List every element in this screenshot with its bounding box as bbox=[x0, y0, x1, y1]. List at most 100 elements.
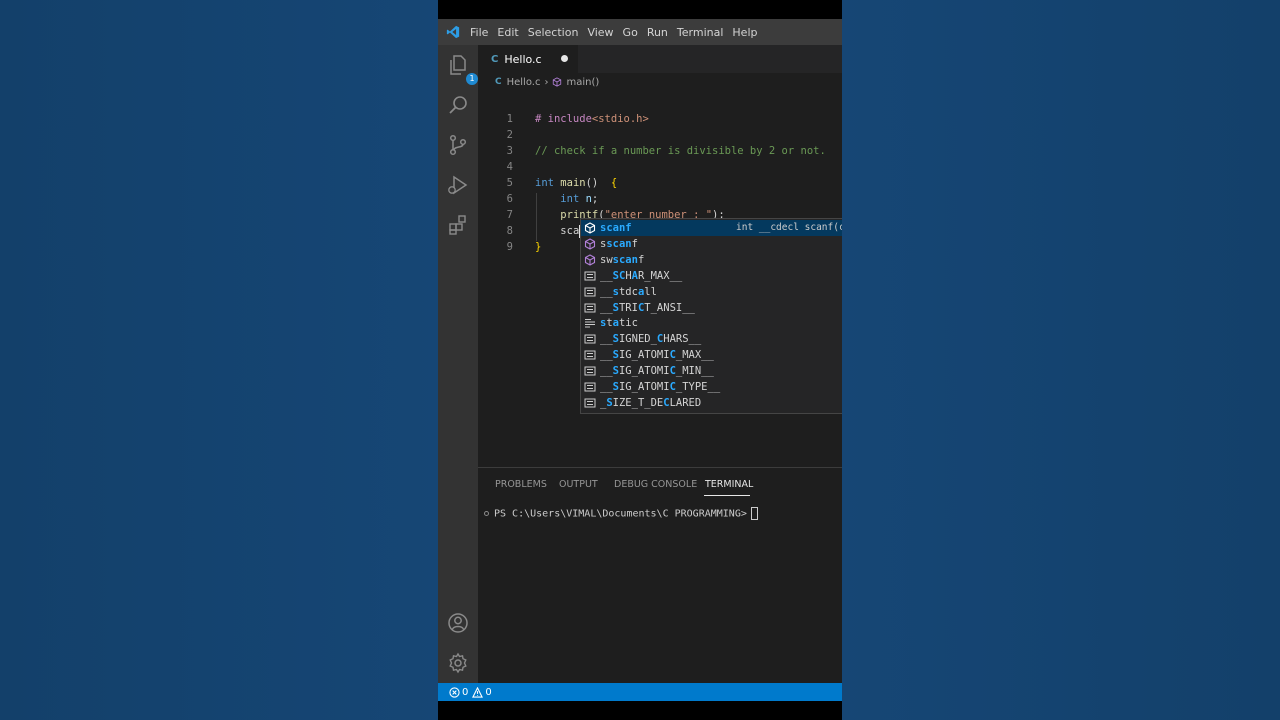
gear-icon[interactable] bbox=[446, 651, 470, 675]
suggestion-label-part: __ bbox=[600, 269, 613, 282]
suggestion-label-part: __ bbox=[600, 381, 613, 393]
suggestion-label-part: IG_ATOMI bbox=[618, 365, 670, 378]
code-token: sca bbox=[560, 225, 580, 237]
suggestion-item[interactable]: __SIG_ATOMIC_TYPE__ bbox=[581, 379, 842, 395]
suggestion-label-part: HARS__ bbox=[663, 333, 702, 346]
suggestion-item[interactable]: __stdcall bbox=[581, 284, 842, 300]
tab-debug-console[interactable]: DEBUG CONSOLE bbox=[614, 479, 697, 490]
suggestion-label-part: IZE_T_DE bbox=[612, 396, 664, 409]
code-text: int n; bbox=[535, 191, 598, 207]
suggestion-label: __SIG_ATOMIC_TYPE__ bbox=[600, 379, 720, 395]
error-count[interactable]: 0 bbox=[462, 687, 468, 698]
tab-label: Hello.c bbox=[504, 52, 542, 66]
suggestion-label: __SCHAR_MAX__ bbox=[600, 268, 682, 284]
code-token: ; bbox=[591, 193, 599, 205]
terminal-cursor bbox=[750, 507, 758, 520]
terminal-prompt[interactable]: PS C:\Users\VIMAL\Documents\C PROGRAMMIN… bbox=[494, 507, 758, 520]
text-symbol-icon bbox=[584, 381, 596, 393]
warning-icon[interactable] bbox=[472, 686, 484, 698]
code-token: { bbox=[598, 177, 618, 189]
code-token: // check if a number is divisible by 2 o… bbox=[535, 145, 826, 157]
code-text: # include<stdio.h> bbox=[535, 111, 649, 127]
keyword-icon bbox=[584, 317, 596, 329]
suggestion-label-part: scan bbox=[606, 237, 632, 250]
suggestion-item[interactable]: __SIGNED_CHARS__ bbox=[581, 331, 842, 347]
suggestion-item[interactable]: _SIZE_T_DECLARED bbox=[581, 395, 842, 411]
code-line[interactable]: 5 int main() { bbox=[478, 175, 842, 191]
suggestion-label-part: IG_ATOMI bbox=[618, 349, 670, 362]
suggestion-detail: int __cdecl scanf(co bbox=[736, 222, 842, 233]
line-number: 4 bbox=[506, 161, 513, 173]
method-icon bbox=[584, 238, 596, 250]
menu-edit[interactable]: Edit bbox=[497, 26, 525, 39]
menu-go[interactable]: Go bbox=[623, 26, 645, 39]
method-icon bbox=[584, 254, 596, 266]
menu-run[interactable]: Run bbox=[647, 26, 675, 39]
line-number: 5 bbox=[506, 177, 513, 189]
tab-terminal[interactable]: TERMINAL bbox=[705, 479, 753, 490]
suggestion-item[interactable]: static bbox=[581, 315, 842, 331]
code-token: main bbox=[560, 177, 586, 189]
menu-selection[interactable]: Selection bbox=[528, 26, 586, 39]
text-symbol-icon bbox=[584, 286, 596, 298]
suggestion-label-part: R_MAX__ bbox=[637, 269, 683, 282]
code-token: <stdio.h> bbox=[591, 113, 649, 125]
suggestion-label-part: __ bbox=[600, 301, 613, 314]
suggestion-label-part: SC bbox=[612, 269, 626, 282]
suggestion-item[interactable]: sscanf bbox=[581, 236, 842, 252]
run-debug-icon[interactable] bbox=[446, 173, 470, 197]
code-line[interactable]: 4 bbox=[478, 159, 842, 175]
code-line[interactable]: 3 // check if a number is divisible by 2 … bbox=[478, 143, 842, 159]
suggestion-label-part: scan bbox=[612, 253, 638, 266]
line-number: 1 bbox=[506, 113, 513, 125]
code-line[interactable]: 6 int n; bbox=[478, 191, 842, 207]
suggestion-item[interactable]: __SIG_ATOMIC_MIN__ bbox=[581, 363, 842, 379]
extensions-icon[interactable] bbox=[446, 213, 470, 237]
text-symbol-icon bbox=[584, 270, 596, 282]
search-icon[interactable] bbox=[446, 93, 470, 117]
account-icon[interactable] bbox=[446, 611, 470, 635]
cube-icon bbox=[553, 77, 562, 87]
menu-file[interactable]: File bbox=[470, 26, 495, 39]
suggestion-item[interactable]: __SCHAR_MAX__ bbox=[581, 268, 842, 284]
suggestion-label-part: __ bbox=[600, 333, 613, 346]
terminal-prompt-text: PS C:\Users\VIMAL\Documents\C PROGRAMMIN… bbox=[494, 508, 747, 520]
c-file-icon: C bbox=[491, 53, 499, 65]
breadcrumb-symbol[interactable]: main() bbox=[566, 77, 599, 88]
explorer-button[interactable]: 1 bbox=[446, 53, 478, 85]
menu-view[interactable]: View bbox=[587, 26, 620, 39]
suggestion-widget[interactable]: scanf int __cdecl scanf(co sscanf swscanf __… bbox=[580, 218, 842, 414]
tab-output[interactable]: OUTPUT bbox=[559, 479, 598, 490]
text-symbol-icon bbox=[584, 349, 596, 361]
suggestion-label-part: IGNED_ bbox=[618, 333, 657, 346]
line-number: 9 bbox=[506, 241, 513, 253]
suggestion-item[interactable]: scanf int __cdecl scanf(co bbox=[581, 220, 842, 236]
suggestion-item[interactable]: __STRICT_ANSI__ bbox=[581, 300, 842, 316]
suggestion-label: __SIG_ATOMIC_MAX__ bbox=[600, 347, 714, 363]
text-symbol-icon bbox=[584, 397, 596, 409]
code-line[interactable]: 1 # include<stdio.h> bbox=[478, 111, 842, 127]
bottom-panel: PROBLEMS OUTPUT DEBUG CONSOLE TERMINAL P… bbox=[478, 467, 842, 684]
source-control-icon[interactable] bbox=[446, 133, 470, 157]
menu-terminal[interactable]: Terminal bbox=[677, 26, 731, 39]
menu-help[interactable]: Help bbox=[732, 26, 764, 39]
suggestion-item[interactable]: __SIG_ATOMIC_MAX__ bbox=[581, 347, 842, 363]
suggestion-label-part: __ bbox=[600, 285, 613, 298]
menu-bar: File Edit Selection View Go Run Terminal… bbox=[438, 19, 842, 45]
suggestion-item[interactable]: swscanf bbox=[581, 252, 842, 268]
vscode-window: File Edit Selection View Go Run Terminal… bbox=[438, 19, 842, 701]
suggestion-label: __SIG_ATOMIC_MIN__ bbox=[600, 363, 714, 379]
code-line[interactable]: 2 bbox=[478, 127, 842, 143]
c-file-icon: C bbox=[495, 77, 502, 87]
warning-count[interactable]: 0 bbox=[485, 687, 491, 698]
line-number: 6 bbox=[506, 193, 513, 205]
tab-problems[interactable]: PROBLEMS bbox=[495, 479, 547, 490]
unsaved-dot-icon[interactable] bbox=[561, 55, 568, 62]
error-icon[interactable] bbox=[449, 686, 460, 698]
tab-hello-c[interactable]: C Hello.c bbox=[478, 45, 578, 73]
suggestion-label-part: T_ANSI__ bbox=[644, 301, 695, 314]
suggestion-label: __stdcall bbox=[600, 284, 657, 300]
method-icon bbox=[584, 222, 596, 234]
breadcrumb-file[interactable]: Hello.c bbox=[507, 77, 541, 88]
